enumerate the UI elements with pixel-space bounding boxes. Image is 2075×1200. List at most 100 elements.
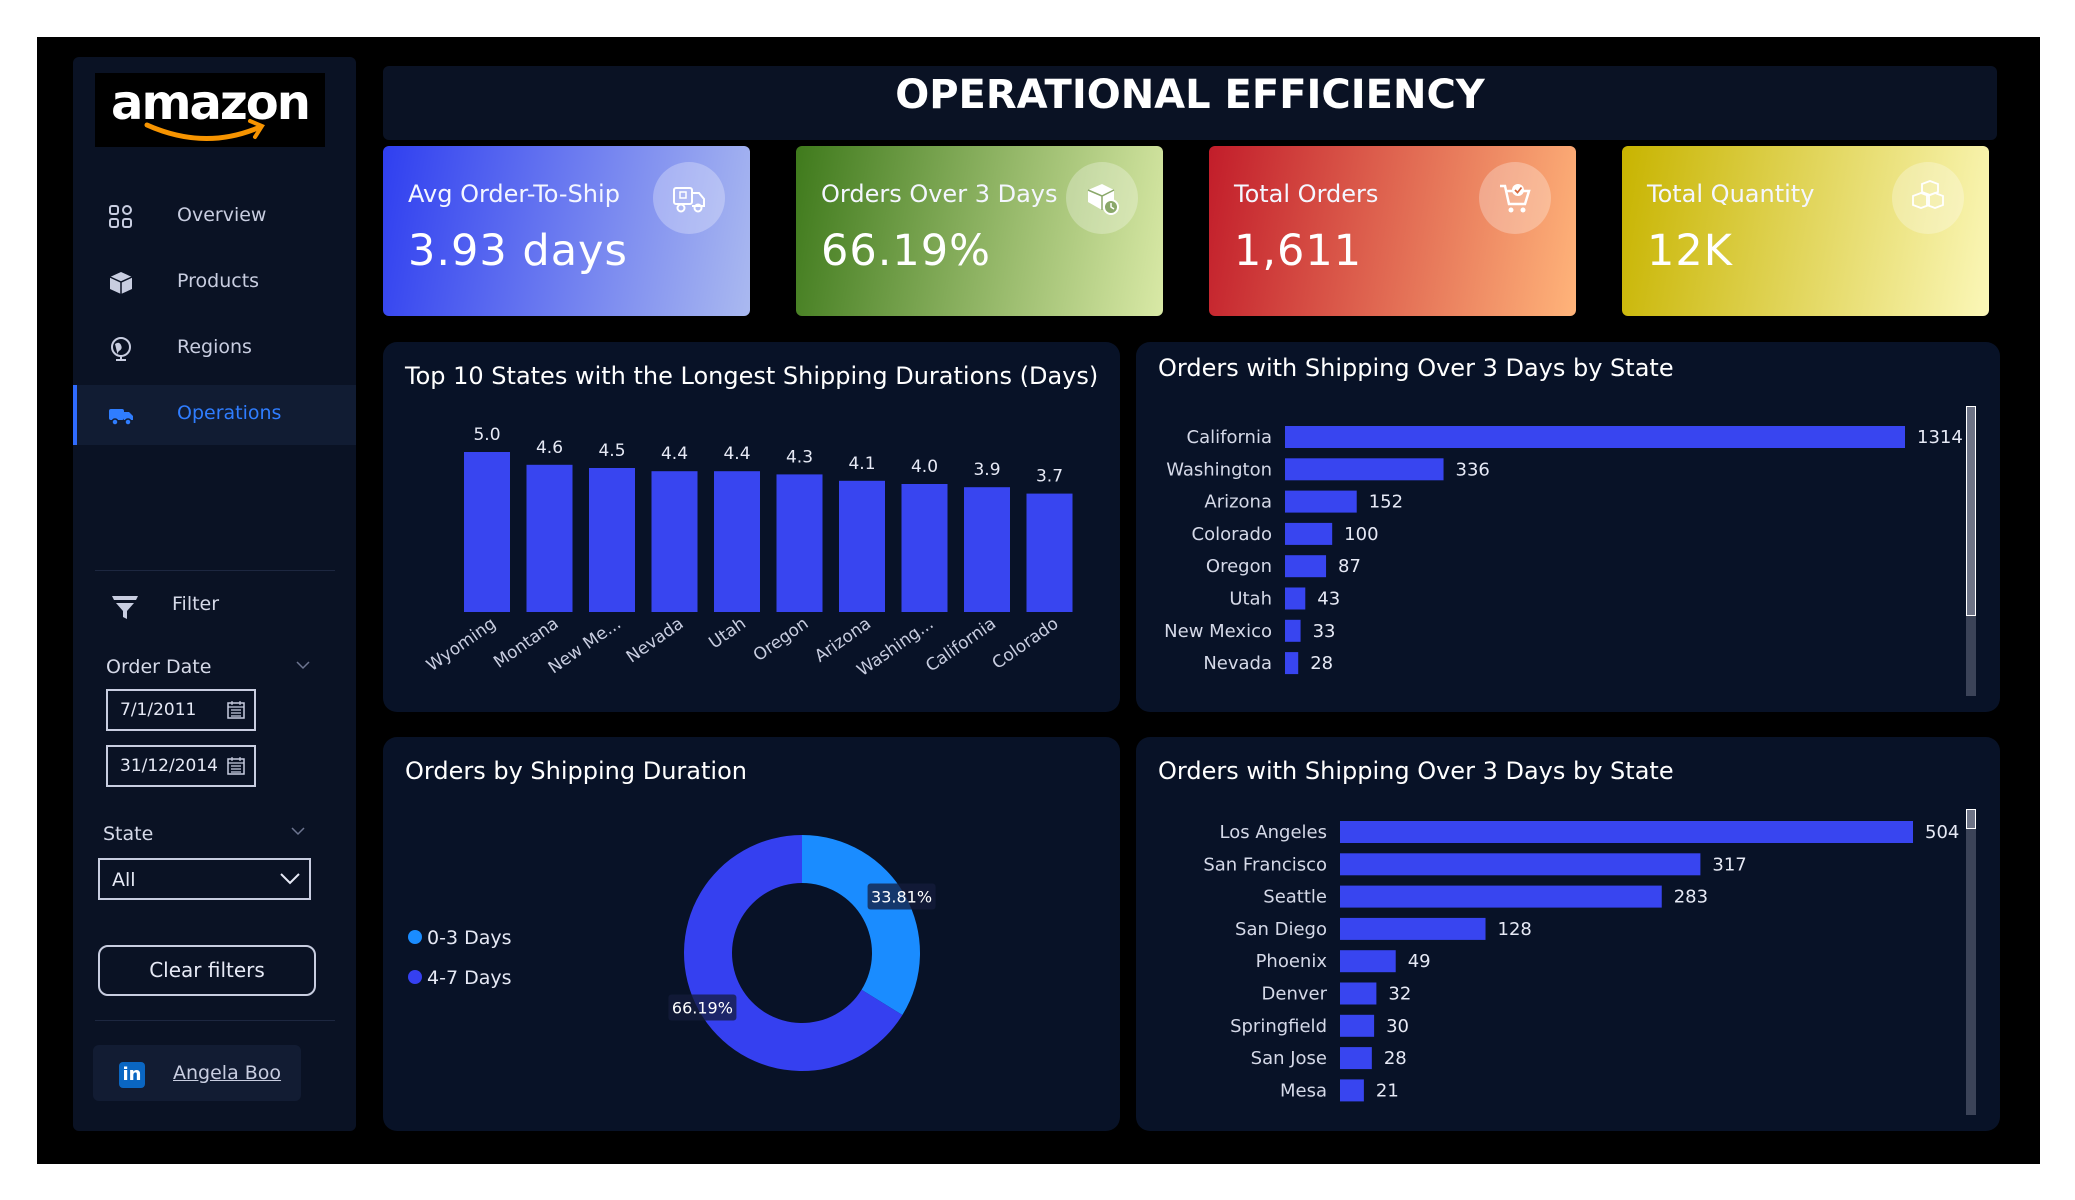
date-from-input[interactable]: 7/1/2011: [106, 689, 256, 731]
bar[interactable]: [839, 480, 885, 612]
bar[interactable]: [464, 452, 510, 612]
bar[interactable]: [714, 471, 760, 612]
y-tick-label: Springfield: [1230, 1016, 1327, 1037]
bar[interactable]: [1340, 917, 1486, 940]
sidebar-item-products[interactable]: Products: [73, 253, 356, 313]
state-label: State: [103, 823, 154, 845]
y-tick-label: Colorado: [1192, 524, 1272, 545]
bar[interactable]: [1285, 426, 1905, 448]
bar[interactable]: [1340, 1047, 1372, 1070]
delivery-truck-icon: [673, 187, 705, 213]
bar[interactable]: [1340, 853, 1701, 876]
y-tick-label: San Francisco: [1203, 854, 1327, 875]
y-tick-label: Phoenix: [1256, 951, 1328, 972]
bar[interactable]: [651, 471, 698, 612]
state-select[interactable]: All: [98, 858, 311, 900]
sidebar-item-label: Products: [177, 270, 260, 292]
boxes-icon: [1912, 180, 1944, 209]
kpi-card-avg-order-to-ship: Avg Order-To-Ship 3.93 days: [383, 146, 750, 316]
bar[interactable]: [1285, 490, 1357, 513]
legend-swatch: [408, 930, 422, 944]
kpi-label: Orders Over 3 Days: [821, 180, 1058, 208]
legend-label[interactable]: 4-7 Days: [427, 967, 512, 989]
bar-value-label: 4.1: [848, 454, 875, 474]
kpi-value: 66.19%: [821, 226, 991, 276]
kpi-icon-wrap: [1892, 162, 1964, 234]
bar-value-label: 28: [1384, 1048, 1407, 1069]
order-date-label: Order Date: [106, 656, 212, 678]
kpi-icon-wrap: [1479, 162, 1551, 234]
page-title: OPERATIONAL EFFICIENCY: [895, 72, 1485, 118]
author-name[interactable]: Angela Boo: [173, 1062, 281, 1084]
bar[interactable]: [1026, 493, 1073, 612]
bar-value-label: 33: [1313, 621, 1336, 642]
title-bar: OPERATIONAL EFFICIENCY: [383, 66, 1997, 140]
bar[interactable]: [1285, 587, 1306, 610]
donut-slice[interactable]: [802, 835, 921, 1016]
state-select-value: All: [112, 869, 136, 891]
y-tick-label: San Diego: [1235, 919, 1327, 940]
bar-value-label: 317: [1712, 854, 1746, 875]
bar-value-label: 100: [1344, 524, 1378, 545]
kpi-card-total-quantity: Total Quantity 12K: [1622, 146, 1989, 316]
date-to-value: 31/12/2014: [120, 756, 218, 776]
bar[interactable]: [776, 474, 823, 612]
bar[interactable]: [1340, 1079, 1364, 1102]
bar[interactable]: [1285, 555, 1327, 578]
amazon-logo[interactable]: amazon: [95, 73, 325, 147]
y-tick-label: Nevada: [1203, 653, 1272, 674]
panel-top-states-duration: Top 10 States with the Longest Shipping …: [383, 342, 1120, 712]
sidebar-item-regions[interactable]: Regions: [73, 319, 356, 379]
calendar-icon[interactable]: [226, 756, 246, 776]
bar[interactable]: [1285, 619, 1301, 642]
sidebar-divider: [95, 1020, 335, 1021]
date-to-input[interactable]: 31/12/2014: [106, 745, 256, 787]
bar-value-label: 336: [1456, 459, 1490, 480]
linkedin-profile-link[interactable]: in Angela Boo: [93, 1045, 301, 1101]
y-tick-label: Oregon: [1206, 556, 1272, 577]
bar[interactable]: [1340, 1014, 1375, 1037]
y-tick-label: Los Angeles: [1220, 822, 1328, 843]
chevron-down-icon[interactable]: [296, 660, 310, 670]
scrollbar-thumb[interactable]: [1966, 809, 1976, 829]
logo-smile-icon: [144, 119, 265, 141]
kpi-value: 12K: [1647, 226, 1733, 276]
kpi-card-orders-over-3-days: Orders Over 3 Days 66.19%: [796, 146, 1163, 316]
bar[interactable]: [1285, 522, 1333, 545]
bar-value-label: 4.4: [661, 444, 688, 464]
bar[interactable]: [1340, 885, 1662, 908]
bar[interactable]: [1340, 950, 1396, 973]
x-tick-label: Wyoming: [423, 614, 500, 676]
bar[interactable]: [1285, 458, 1444, 481]
scrollbar-thumb[interactable]: [1966, 406, 1976, 616]
bar[interactable]: [964, 487, 1010, 612]
bar[interactable]: [1285, 652, 1299, 675]
sidebar-item-operations[interactable]: Operations: [73, 385, 356, 445]
bar[interactable]: [526, 464, 573, 612]
bar[interactable]: [589, 468, 635, 612]
slice-value-label: 66.19%: [672, 999, 733, 1018]
bar[interactable]: [901, 484, 948, 612]
chevron-down-icon[interactable]: [291, 826, 305, 836]
panel-states-over-3-days: Orders with Shipping Over 3 Days by Stat…: [1136, 342, 2000, 712]
sidebar-item-overview[interactable]: Overview: [73, 187, 356, 247]
bar-value-label: 504: [1925, 822, 1959, 843]
legend-label[interactable]: 0-3 Days: [427, 927, 512, 949]
bar-value-label: 32: [1388, 984, 1411, 1005]
y-tick-label: Denver: [1262, 984, 1328, 1005]
kpi-label: Avg Order-To-Ship: [408, 180, 620, 208]
bar-value-label: 4.6: [536, 438, 563, 458]
scrollbar-track[interactable]: [1966, 809, 1976, 1115]
bar-value-label: 128: [1498, 919, 1532, 940]
bar[interactable]: [1340, 982, 1377, 1005]
clear-filters-button[interactable]: Clear filters: [98, 945, 316, 996]
y-tick-label: California: [1187, 427, 1272, 448]
bar-value-label: 4.0: [911, 457, 938, 477]
bar[interactable]: [1340, 821, 1913, 843]
bar-value-label: 3.9: [973, 460, 1000, 480]
bar-value-label: 1314: [1917, 427, 1963, 448]
sidebar-divider: [95, 570, 335, 571]
x-tick-label: California: [922, 614, 1000, 677]
calendar-icon[interactable]: [226, 700, 246, 720]
kpi-icon-wrap: [1066, 162, 1138, 234]
